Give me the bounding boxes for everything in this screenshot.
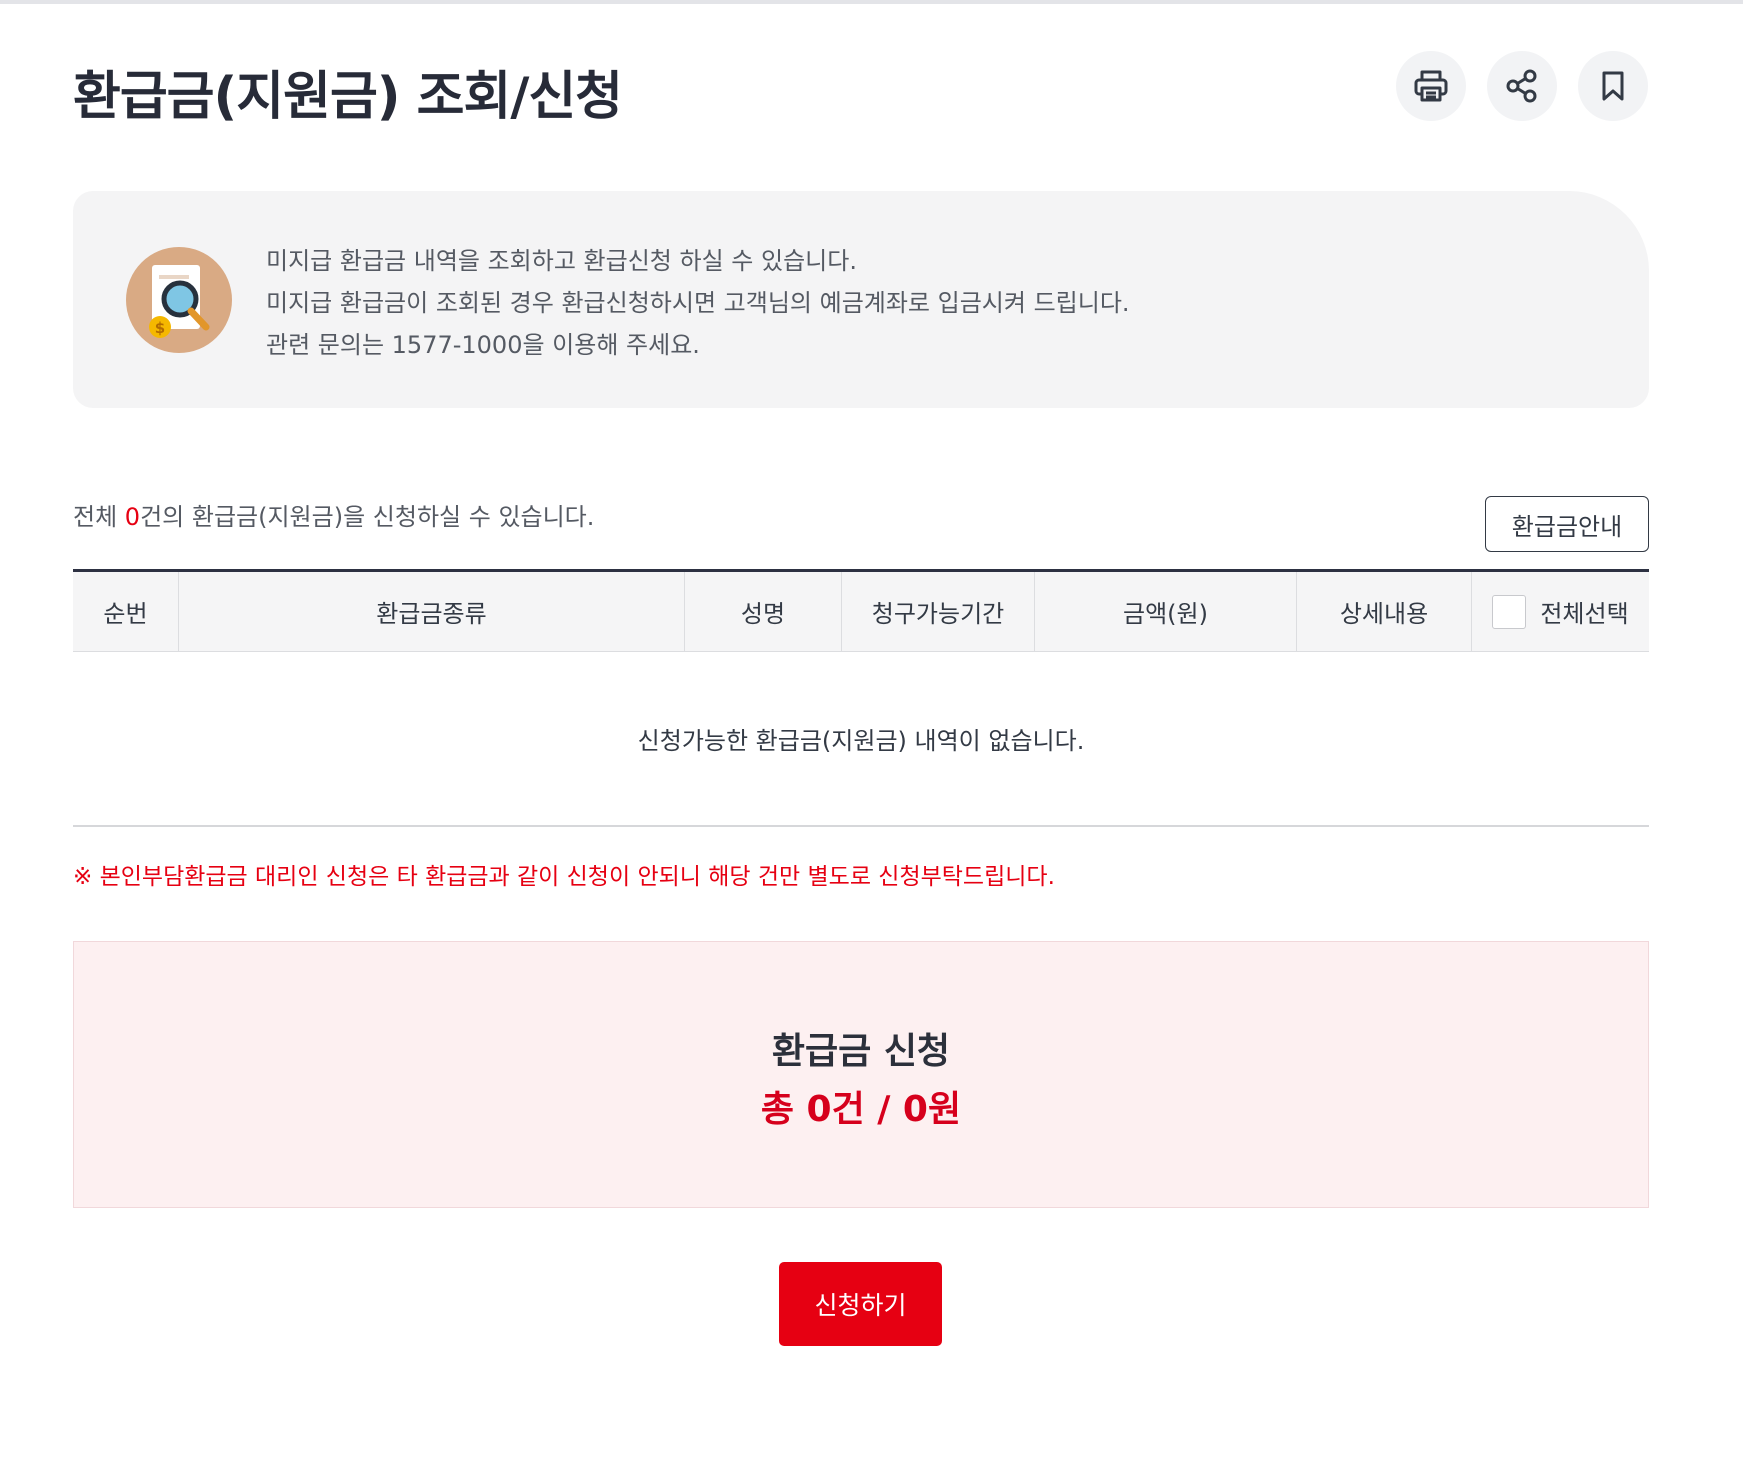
column-header: 환급금종류 <box>179 572 685 651</box>
count-value: 0 <box>124 503 141 531</box>
refund-guide-button[interactable]: 환급금안내 <box>1485 496 1649 552</box>
bookmark-icon <box>1602 71 1624 101</box>
select-all-header[interactable]: 전체선택 <box>1472 572 1649 651</box>
count-text: 전체 0건의 환급금(지원금)을 신청하실 수 있습니다. <box>73 497 594 532</box>
summary-title: 환급금 신청 <box>771 1031 951 1072</box>
apply-summary-box: 환급금 신청 총 0건 / 0원 <box>73 941 1649 1208</box>
column-header: 금액(원) <box>1035 572 1297 651</box>
info-box: $ 미지급 환급금 내역을 조회하고 환급신청 하실 수 있습니다. 미지급 환… <box>73 191 1649 408</box>
page-title: 환급금(지원금) 조회/신청 <box>73 67 623 127</box>
info-line: 미지급 환급금 내역을 조회하고 환급신청 하실 수 있습니다. <box>266 247 857 275</box>
info-line: 관련 문의는 1577-1000을 이용해 주세요. <box>266 331 700 359</box>
svg-text:$: $ <box>155 319 165 337</box>
print-button[interactable] <box>1396 51 1466 121</box>
column-header: 상세내용 <box>1297 572 1472 651</box>
summary-total: 총 0건 / 0원 <box>760 1089 962 1130</box>
info-line: 미지급 환급금이 조회된 경우 환급신청하시면 고객님의 예금계좌로 입금시켜 … <box>266 289 1130 317</box>
count-suffix: 건의 환급금(지원금)을 신청하실 수 있습니다. <box>140 503 595 531</box>
column-header: 순번 <box>73 572 179 651</box>
count-prefix: 전체 <box>73 503 125 531</box>
search-document-icon: $ <box>126 247 232 353</box>
select-all-label: 전체선택 <box>1540 600 1629 628</box>
info-text: 미지급 환급금 내역을 조회하고 환급신청 하실 수 있습니다. 미지급 환급금… <box>266 240 1130 366</box>
select-all-checkbox[interactable] <box>1492 594 1527 629</box>
notice-text: ※ 본인부담환급금 대리인 신청은 타 환급금과 같이 신청이 안되니 해당 건… <box>73 864 1055 890</box>
apply-button[interactable]: 신청하기 <box>779 1262 942 1346</box>
table-header: 순번 환급금종류 성명 청구가능기간 금액(원) 상세내용 전체선택 <box>73 572 1649 652</box>
bookmark-button[interactable] <box>1578 51 1648 121</box>
share-button[interactable] <box>1487 51 1557 121</box>
empty-message: 신청가능한 환급금(지원금) 내역이 없습니다. <box>73 652 1649 827</box>
refund-table: 순번 환급금종류 성명 청구가능기간 금액(원) 상세내용 전체선택 신청가능한… <box>73 569 1649 827</box>
column-header: 성명 <box>685 572 842 651</box>
share-icon <box>1506 69 1537 103</box>
print-icon <box>1414 70 1448 102</box>
column-header: 청구가능기간 <box>842 572 1035 651</box>
top-border <box>0 0 1743 4</box>
